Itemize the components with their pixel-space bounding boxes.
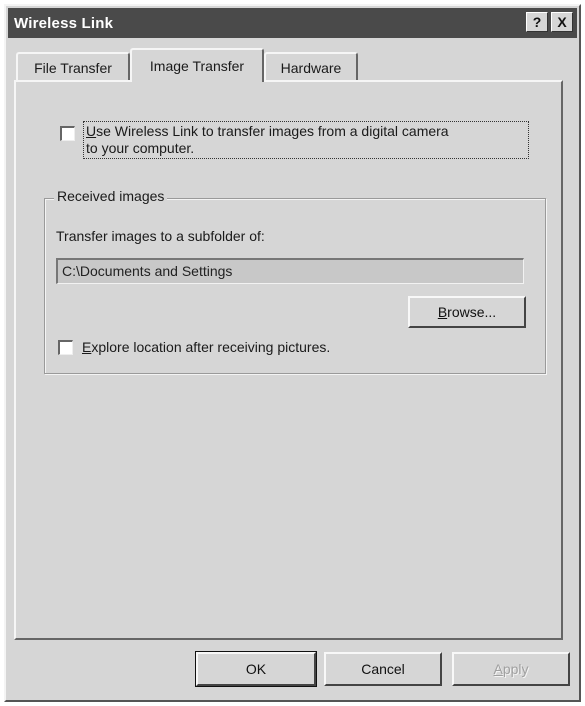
explore-location-checkbox[interactable] [58, 340, 73, 355]
transfer-path-value: C:\Documents and Settings [62, 263, 233, 279]
cancel-button[interactable]: Cancel [324, 652, 442, 686]
transfer-folder-label: Transfer images to a subfolder of: [56, 228, 265, 244]
ok-button[interactable]: OK [195, 651, 317, 687]
cancel-label: Cancel [361, 661, 405, 677]
close-button[interactable]: X [551, 12, 573, 32]
tab-image-transfer-label: Image Transfer [149, 58, 245, 74]
explore-label-rest: xplore location after receiving pictures… [91, 339, 331, 355]
browse-mnemonic: B [437, 304, 448, 320]
apply-mnemonic: A [493, 661, 503, 677]
received-images-group-title: Received images [54, 188, 168, 204]
help-button[interactable]: ? [526, 12, 548, 32]
tab-panel-image-transfer: Use Wireless Link to transfer images fro… [14, 80, 563, 640]
use-mnemonic: U [86, 123, 97, 139]
use-label-line1: se Wireless Link to transfer images from… [96, 123, 449, 139]
tab-image-transfer[interactable]: Image Transfer [130, 48, 264, 82]
apply-button[interactable]: Apply [452, 652, 570, 686]
title-buttons: ? X [526, 12, 573, 32]
browse-label: rowse... [447, 304, 497, 320]
explore-mnemonic: E [82, 339, 92, 355]
use-wireless-link-label[interactable]: Use Wireless Link to transfer images fro… [83, 121, 529, 159]
tab-file-transfer-label: File Transfer [34, 60, 112, 76]
use-wireless-link-checkbox[interactable] [60, 126, 75, 141]
use-label-line2: to your computer. [86, 140, 195, 156]
transfer-path-field[interactable]: C:\Documents and Settings [56, 258, 524, 284]
tab-hardware[interactable]: Hardware [264, 52, 358, 82]
tab-hardware-label: Hardware [280, 60, 342, 76]
explore-location-label[interactable]: Explore location after receiving picture… [82, 339, 330, 355]
tab-file-transfer[interactable]: File Transfer [16, 52, 130, 82]
title-bar[interactable]: Wireless Link ? X [8, 8, 577, 38]
browse-button[interactable]: Browse... [408, 296, 526, 328]
ok-label: OK [245, 661, 267, 677]
apply-label: pply [502, 661, 529, 677]
window-title: Wireless Link [14, 14, 114, 32]
